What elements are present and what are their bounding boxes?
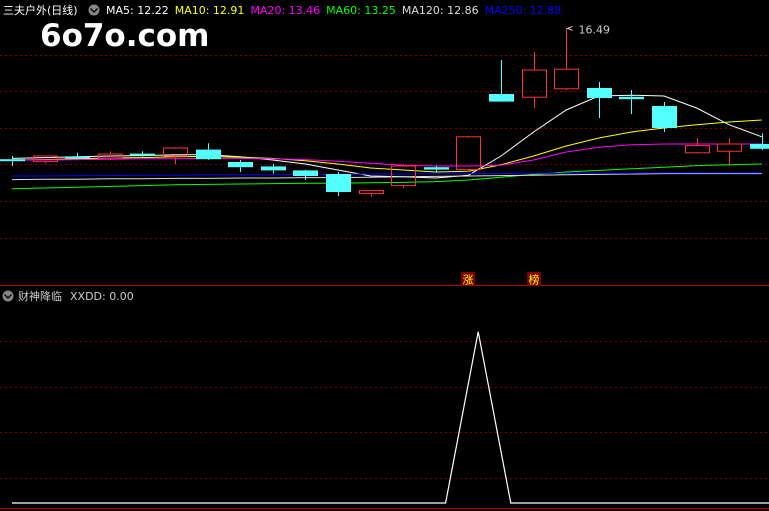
stock-chart: 三夫户外(日线) MA5: 12.22 MA10: 12.91 MA20: 13.4… <box>0 3 769 509</box>
candle-body <box>228 162 253 168</box>
candle-body <box>33 155 58 163</box>
candle-body <box>0 159 25 162</box>
candle-body <box>359 189 384 195</box>
candle-body <box>196 149 221 160</box>
candle-body <box>554 68 579 90</box>
indicator-header: 财神降临 XXDD: 0.00 <box>2 289 134 303</box>
candle-body <box>587 88 612 98</box>
moving-average-lines <box>11 94 762 190</box>
candle <box>261 164 286 174</box>
peak-price-label: 16.49 <box>579 23 611 36</box>
signal-marker-label: 涨 <box>463 274 474 287</box>
candle <box>228 160 253 172</box>
ma-legend-item: MA5: 12.22 <box>106 4 169 17</box>
candle-body <box>685 145 710 154</box>
candle-body <box>522 69 547 98</box>
indicator-line-xxdd <box>12 331 769 504</box>
indicator-line <box>12 331 769 504</box>
candle <box>326 172 351 196</box>
ma-legend-item: MA60: 13.25 <box>326 4 396 17</box>
signal-markers: 涨榜 <box>461 272 541 287</box>
candle <box>619 90 644 114</box>
ma-legend-item: MA120: 12.86 <box>402 4 479 17</box>
candle-body <box>326 174 351 192</box>
signal-marker: 榜 <box>527 272 541 287</box>
settings-icon[interactable] <box>88 4 100 16</box>
candle <box>554 28 579 90</box>
candle <box>489 60 514 102</box>
peak-arrow <box>566 25 573 31</box>
candle-body <box>65 156 90 159</box>
candle-body <box>652 106 677 128</box>
candle <box>652 102 677 132</box>
chart-header: 三夫户外(日线) MA5: 12.22 MA10: 12.91 MA20: 13.4… <box>3 3 561 17</box>
candle-body <box>293 170 318 176</box>
signal-marker-label: 榜 <box>529 273 540 287</box>
candle <box>359 189 384 197</box>
candle <box>163 147 188 164</box>
ma-legend-item: MA10: 12.91 <box>175 4 245 17</box>
ma-legend-item: MA20: 13.46 <box>250 4 320 17</box>
ma-line-ma5 <box>11 94 762 179</box>
candle-body <box>489 94 514 102</box>
ma-legend-item: MA250: 12.88 <box>485 4 562 17</box>
candle <box>65 152 90 160</box>
candle-body <box>424 167 449 170</box>
indicator-settings-icon[interactable] <box>2 290 14 302</box>
signal-marker: 涨 <box>461 272 475 287</box>
indicator-name: 财神降临 <box>18 289 62 303</box>
candle-body <box>717 143 742 152</box>
candle-body <box>619 96 644 100</box>
candle-body <box>261 166 286 171</box>
candle <box>522 52 547 108</box>
candle <box>196 143 221 160</box>
candle-body <box>750 144 769 149</box>
watermark-logo: 6o7o.com <box>40 18 210 54</box>
ma-line-ma250 <box>12 172 762 177</box>
ma-line-ma20 <box>12 143 762 167</box>
ma-legend: MA5: 12.22 MA10: 12.91 MA20: 13.46 MA60: 13… <box>106 4 561 17</box>
candle <box>685 138 710 154</box>
ma-line-ma120 <box>11 173 762 181</box>
candle <box>717 138 742 166</box>
candle <box>456 136 481 172</box>
stock-name: 三夫户外(日线) <box>3 3 78 17</box>
candle-body <box>130 153 155 156</box>
indicator-value: XXDD: 0.00 <box>70 290 134 303</box>
candle <box>293 169 318 180</box>
candle <box>391 164 416 188</box>
peak-annotation: 16.49 <box>566 23 611 36</box>
